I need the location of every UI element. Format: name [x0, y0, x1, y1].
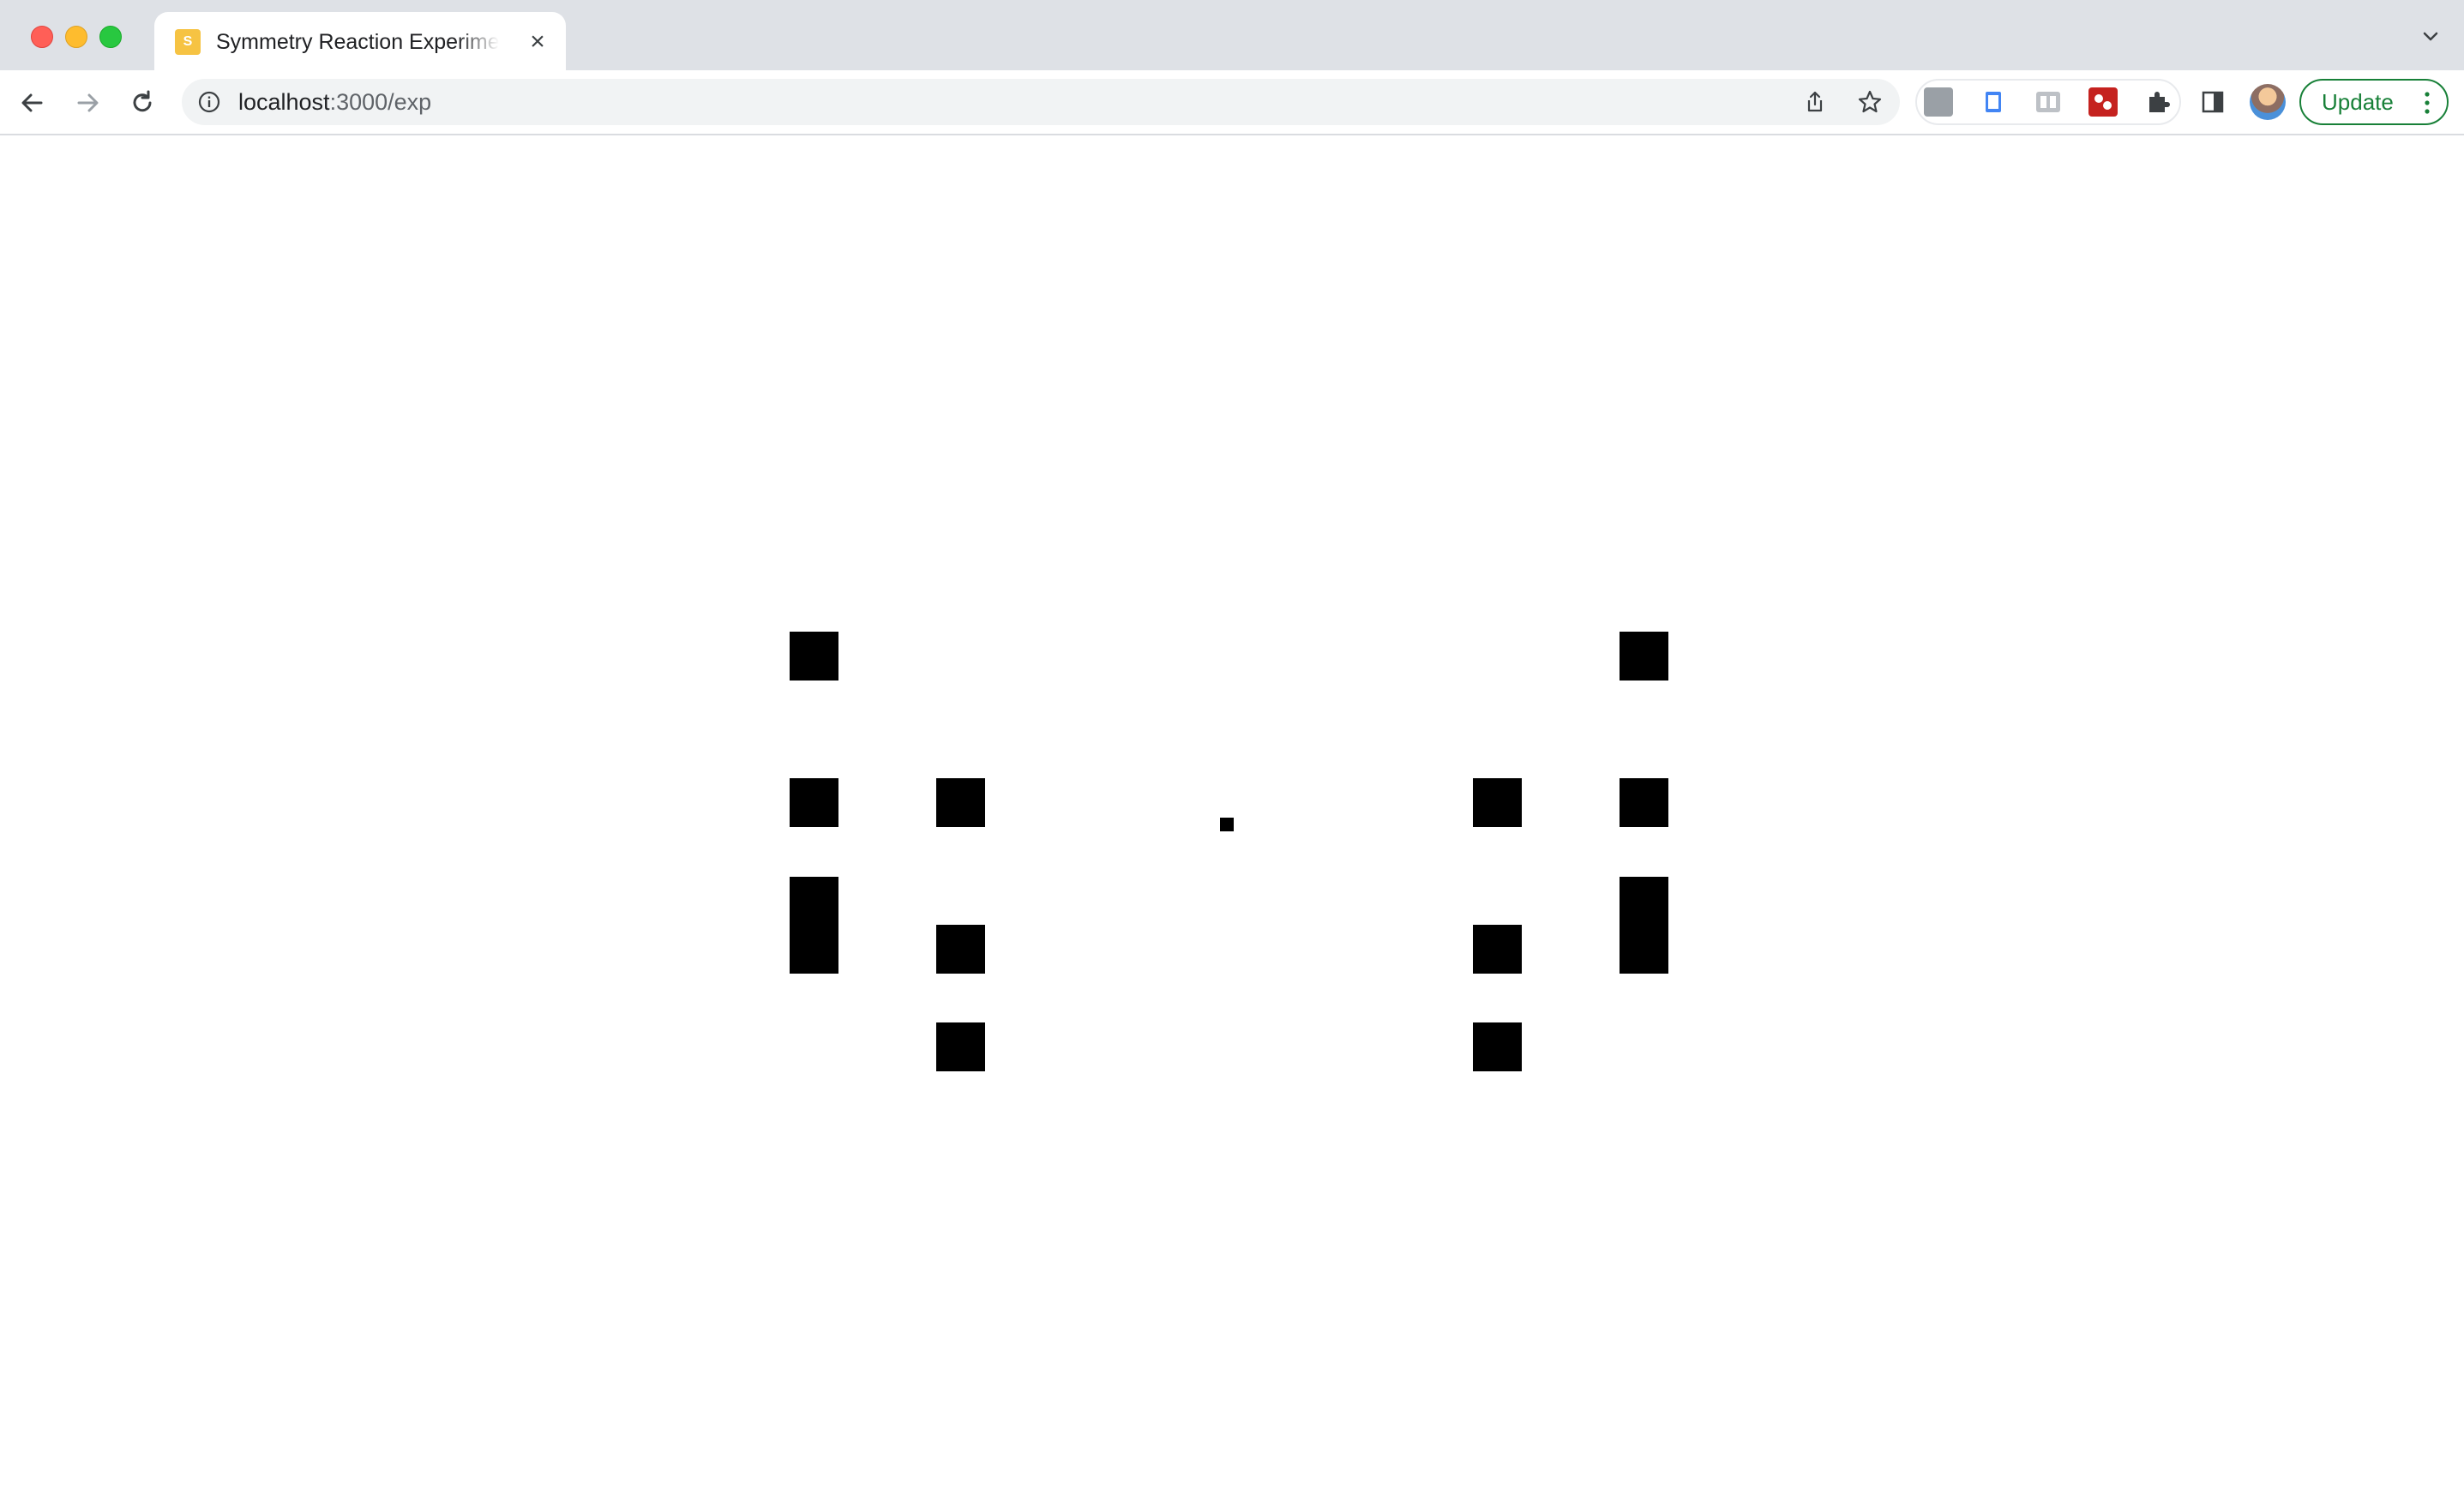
stimulus-square-right-inner-middle — [1473, 925, 1522, 974]
info-icon[interactable] — [197, 90, 221, 114]
stimulus-square-left-inner-bottom — [936, 1022, 985, 1071]
extension-red-icon[interactable] — [2088, 87, 2118, 117]
puzzle-icon[interactable] — [2143, 87, 2173, 117]
stimulus-square-left-outer-top — [790, 632, 838, 681]
experiment-canvas — [0, 135, 2464, 1499]
forward-icon[interactable] — [70, 86, 105, 120]
tab-favicon-icon: S — [175, 29, 201, 55]
window-minimize-button[interactable] — [65, 26, 87, 48]
update-label: Update — [2322, 89, 2394, 115]
extension-clipboard-icon[interactable] — [1979, 87, 2008, 117]
browser-tab[interactable]: S Symmetry Reaction Experiment × — [154, 12, 566, 70]
stimulus-square-left-inner-middle — [936, 925, 985, 974]
stimulus-square-left-outer-middle — [790, 778, 838, 827]
profile-avatar[interactable] — [2250, 84, 2286, 120]
address-bar[interactable]: localhost:3000/exp — [182, 79, 1900, 125]
stimulus-bar-right-outer — [1620, 877, 1668, 974]
fixation-point — [1220, 818, 1234, 831]
star-icon[interactable] — [1857, 89, 1883, 115]
reload-icon[interactable] — [125, 86, 159, 120]
share-icon[interactable] — [1802, 89, 1828, 115]
stimulus-square-right-outer-middle — [1620, 778, 1668, 827]
tab-close-icon[interactable]: × — [523, 27, 552, 57]
tab-title: Symmetry Reaction Experiment — [216, 30, 499, 54]
url-text[interactable]: localhost:3000/exp — [238, 87, 431, 117]
url-host: localhost — [238, 89, 330, 115]
update-button[interactable]: Update — [2299, 79, 2449, 125]
side-panel-icon[interactable] — [2200, 89, 2226, 115]
stimulus-bar-left-outer — [790, 877, 838, 974]
extension-bh-icon[interactable] — [2034, 87, 2063, 117]
stimulus-square-left-inner-top — [936, 778, 985, 827]
extension-k-icon[interactable] — [1924, 87, 1953, 117]
window-close-button[interactable] — [31, 26, 53, 48]
kebab-menu-icon[interactable] — [2423, 91, 2431, 115]
tab-list-chevron-icon[interactable] — [2418, 24, 2443, 50]
back-icon[interactable] — [15, 86, 50, 120]
stimulus-square-right-inner-bottom — [1473, 1022, 1522, 1071]
stimulus-square-right-outer-top — [1620, 632, 1668, 681]
stimulus-square-right-inner-top — [1473, 778, 1522, 827]
url-path: :3000/exp — [329, 89, 432, 115]
window-maximize-button[interactable] — [99, 26, 122, 48]
